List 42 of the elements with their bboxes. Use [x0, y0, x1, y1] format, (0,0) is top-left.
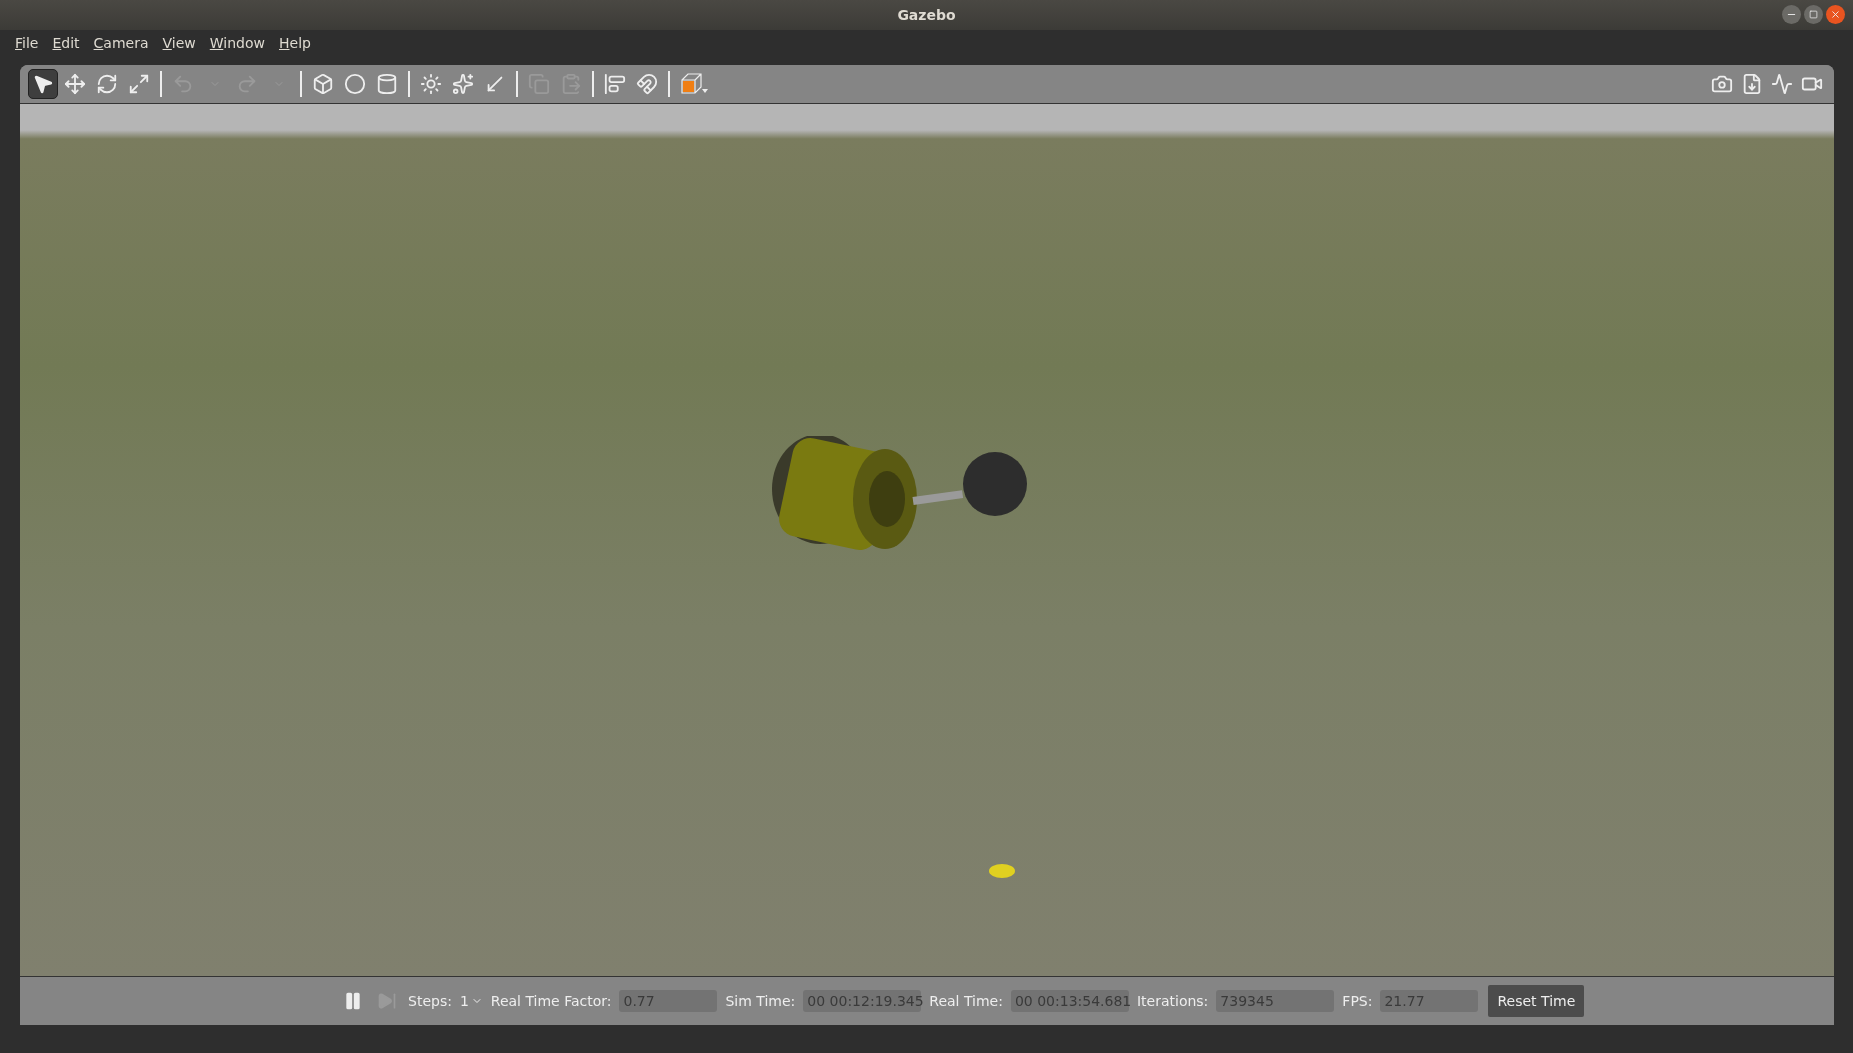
move-arrows-icon [64, 73, 86, 95]
readout-field: 0.77 [619, 990, 718, 1012]
select-tool-button[interactable] [28, 69, 58, 99]
pointer-arrow-icon [32, 73, 54, 95]
field-label: Real Time: [929, 993, 1003, 1009]
minimize-button[interactable] [1782, 5, 1801, 24]
reset-time-button[interactable]: Reset Time [1488, 985, 1585, 1017]
menu-item[interactable]: File [8, 33, 46, 53]
sphere-icon [344, 73, 366, 95]
camera-icon [1711, 73, 1733, 95]
menu-item[interactable]: Camera [86, 33, 156, 53]
menu-item[interactable]: Edit [45, 33, 87, 53]
readout-field: 00 00:12:19.345 [803, 990, 922, 1012]
window-title: Gazebo [897, 7, 956, 23]
sun-icon [420, 73, 442, 95]
field-label: Real Time Factor: [490, 993, 612, 1009]
sparkle-icon [452, 73, 474, 95]
line-graph-icon [1771, 73, 1793, 95]
maximize-button[interactable] [1804, 5, 1823, 24]
field-label: FPS: [1342, 993, 1373, 1009]
cube-outline-icon [679, 72, 709, 96]
readout-field: 21.77 [1380, 990, 1479, 1012]
menu-item[interactable]: Help [272, 33, 318, 53]
close-button[interactable] [1826, 5, 1845, 24]
diagonal-arrows-icon [128, 73, 150, 95]
menu-item[interactable]: Window [202, 33, 272, 53]
close-icon [1830, 9, 1841, 20]
cube-icon [312, 73, 334, 95]
circular-arrows-icon [96, 73, 118, 95]
file-download-icon [1741, 73, 1763, 95]
readout-field: 00 00:13:54.681 [1010, 990, 1129, 1012]
magnet-icon [636, 73, 658, 95]
pause-icon [343, 991, 363, 1011]
field-label: Iterations: [1136, 993, 1209, 1009]
cylinder-icon [376, 73, 398, 95]
marker-dot [989, 864, 1015, 878]
field-label: Sim Time: [725, 993, 796, 1009]
readout-field: 739345 [1216, 990, 1335, 1012]
steps-label: Steps: [408, 993, 452, 1009]
menu-item[interactable]: View [155, 33, 203, 53]
align-icon [604, 73, 626, 95]
maximize-icon [1809, 10, 1818, 19]
